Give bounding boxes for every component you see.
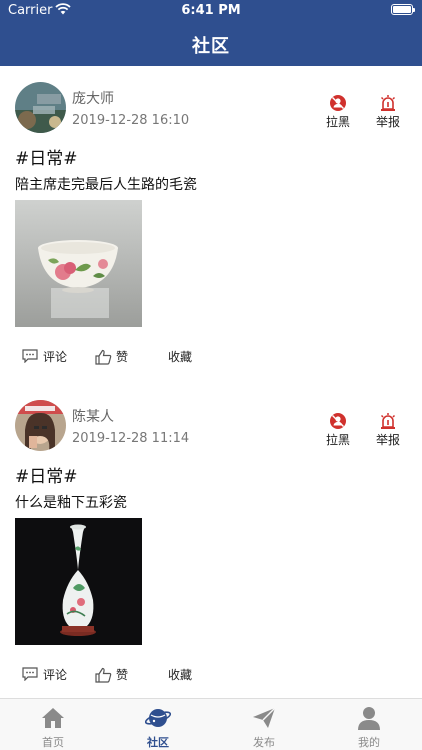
block-button[interactable]: 拉黑 <box>318 412 358 448</box>
post-image[interactable] <box>15 518 142 645</box>
nav-header: Carrier 6:41 PM 社区 <box>0 0 422 66</box>
author-avatar[interactable] <box>15 82 66 133</box>
post-action-bar: 评论 赞 收藏 <box>0 347 422 367</box>
report-button[interactable]: 举报 <box>368 94 408 130</box>
tab-home-label: 首页 <box>42 736 64 749</box>
favorite-label: 收藏 <box>168 668 193 682</box>
comment-icon <box>22 349 38 363</box>
alarm-icon <box>379 412 397 430</box>
page-title: 社区 <box>192 36 230 57</box>
battery-icon <box>391 4 415 15</box>
report-label: 举报 <box>375 433 400 447</box>
tab-publish[interactable]: 发布 <box>234 705 294 750</box>
send-icon <box>251 705 277 731</box>
post-image[interactable] <box>15 200 142 327</box>
block-user-icon <box>329 412 347 430</box>
tab-publish-label: 发布 <box>253 736 275 749</box>
status-bar: Carrier 6:41 PM <box>0 3 422 19</box>
comment-label: 评论 <box>43 668 68 682</box>
favorite-label: 收藏 <box>168 350 193 364</box>
tab-community-label: 社区 <box>147 736 169 749</box>
status-time: 6:41 PM <box>181 3 241 18</box>
post-time: 2019-12-28 16:10 <box>72 113 190 128</box>
comment-label: 评论 <box>43 350 68 364</box>
thumbs-up-icon <box>95 349 112 365</box>
report-button[interactable]: 举报 <box>368 412 408 448</box>
author-name[interactable]: 陈某人 <box>72 406 114 426</box>
post-card: 陈某人 2019-12-28 11:14 拉黑 举报 #日常# 什么是釉下五彩瓷… <box>0 384 422 698</box>
like-label: 赞 <box>116 668 129 682</box>
comment-icon <box>22 667 38 681</box>
tab-community[interactable]: 社区 <box>128 705 188 750</box>
report-label: 举报 <box>375 115 400 129</box>
thumbs-up-icon <box>95 667 112 683</box>
post-action-bar: 评论 赞 收藏 <box>0 665 422 685</box>
tab-mine-label: 我的 <box>358 736 380 749</box>
author-avatar[interactable] <box>15 400 66 451</box>
post-content: 什么是釉下五彩瓷 <box>15 495 127 511</box>
post-time: 2019-12-28 11:14 <box>72 431 190 446</box>
block-label: 拉黑 <box>325 433 350 447</box>
tab-home[interactable]: 首页 <box>23 705 83 750</box>
block-button[interactable]: 拉黑 <box>318 94 358 130</box>
alarm-icon <box>379 94 397 112</box>
home-icon <box>40 705 66 731</box>
post-topic-tag[interactable]: #日常# <box>15 144 78 169</box>
like-label: 赞 <box>116 350 129 364</box>
block-user-icon <box>329 94 347 112</box>
person-icon <box>356 705 382 731</box>
post-content: 陪主席走完最后人生路的毛瓷 <box>15 177 197 193</box>
author-name[interactable]: 庞大师 <box>72 88 114 108</box>
post-card: 庞大师 2019-12-28 16:10 拉黑 举报 #日常# 陪主席走完最后人… <box>0 66 422 384</box>
planet-icon <box>144 705 172 731</box>
tab-mine[interactable]: 我的 <box>339 705 399 750</box>
block-label: 拉黑 <box>325 115 350 129</box>
tab-bar: 首页 社区 发布 我的 <box>0 698 422 750</box>
post-topic-tag[interactable]: #日常# <box>15 462 78 487</box>
